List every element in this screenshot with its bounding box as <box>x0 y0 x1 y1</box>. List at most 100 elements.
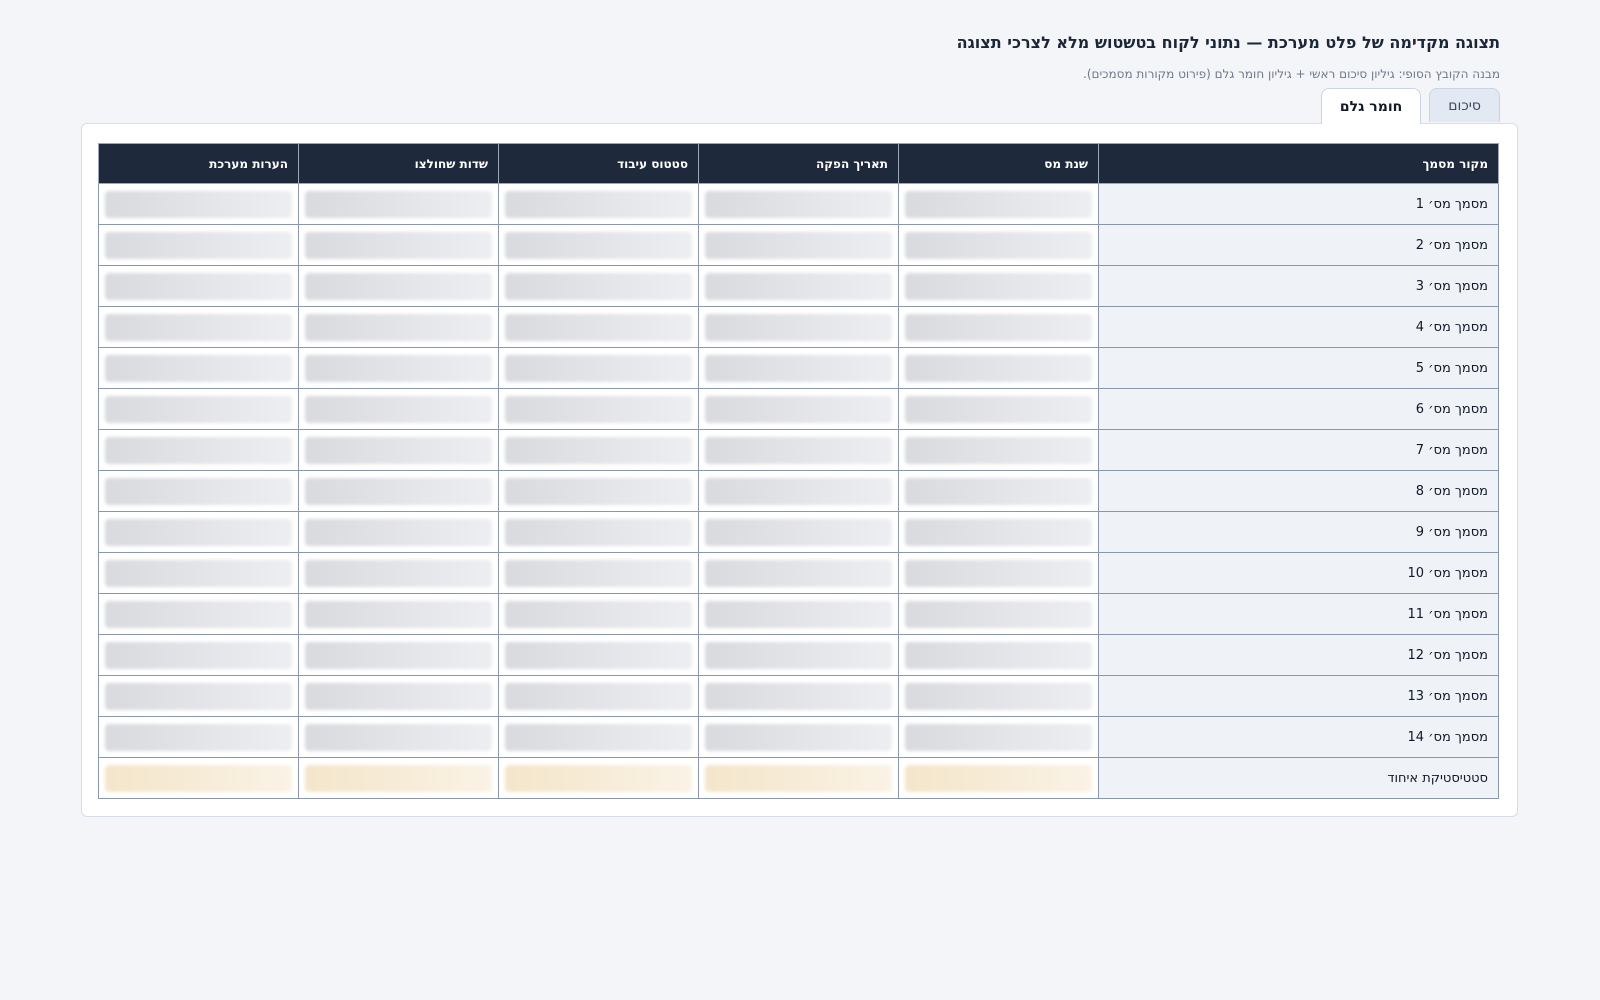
cell-document-source: מסמך מס׳ 2 <box>1098 224 1499 266</box>
blurred-value-placeholder <box>305 272 492 300</box>
cell-system-notes <box>98 675 299 717</box>
cell-processing-status <box>498 470 699 512</box>
cell-system-notes <box>98 511 299 553</box>
table-row: מסמך מס׳ 8 <box>98 470 1499 512</box>
blurred-value-placeholder <box>105 600 292 628</box>
blurred-value-placeholder <box>505 559 692 587</box>
blurred-value-placeholder <box>105 231 292 259</box>
cell-extracted-fields <box>298 470 499 512</box>
blurred-value-placeholder <box>905 354 1092 382</box>
table-row: מסמך מס׳ 6 <box>98 388 1499 430</box>
cell-document-source: מסמך מס׳ 9 <box>1098 511 1499 553</box>
blurred-value-placeholder <box>705 272 892 300</box>
cell-issue-date <box>698 634 899 676</box>
cell-system-notes <box>98 634 299 676</box>
blurred-value-placeholder <box>505 682 692 710</box>
blurred-value-placeholder <box>505 190 692 218</box>
blurred-value-placeholder <box>105 641 292 669</box>
blurred-value-placeholder <box>305 682 492 710</box>
blurred-value-placeholder <box>305 600 492 628</box>
blurred-value-placeholder <box>905 559 1092 587</box>
cell-processing-status <box>498 306 699 348</box>
blurred-value-placeholder <box>905 272 1092 300</box>
cell-processing-status <box>498 265 699 307</box>
cell-issue-date <box>698 388 899 430</box>
blurred-value-placeholder <box>705 436 892 464</box>
blurred-value-placeholder <box>705 395 892 423</box>
cell-tax-year <box>898 757 1099 799</box>
cell-issue-date <box>698 306 899 348</box>
blurred-value-placeholder <box>305 518 492 546</box>
blurred-value-placeholder <box>505 395 692 423</box>
blurred-value-placeholder <box>105 477 292 505</box>
cell-extracted-fields <box>298 224 499 266</box>
blurred-value-placeholder <box>905 436 1092 464</box>
blurred-value-placeholder <box>705 764 892 792</box>
cell-processing-status <box>498 757 699 799</box>
page-subtitle: מבנה הקובץ הסופי: גיליון סיכום ראשי + גי… <box>1083 67 1500 81</box>
cell-extracted-fields <box>298 593 499 635</box>
cell-extracted-fields <box>298 675 499 717</box>
table-row: מסמך מס׳ 7 <box>98 429 1499 471</box>
raw-material-panel: מקור מסמך שנת מס תאריך הפקה סטטוס עיבוד … <box>81 123 1518 817</box>
blurred-value-placeholder <box>105 313 292 341</box>
cell-document-source: מסמך מס׳ 14 <box>1098 716 1499 758</box>
blurred-value-placeholder <box>705 313 892 341</box>
blurred-value-placeholder <box>305 477 492 505</box>
table-row: מסמך מס׳ 5 <box>98 347 1499 389</box>
page-header: תצוגה מקדימה של פלט מערכת — נתוני לקוח ב… <box>100 30 1500 82</box>
cell-tax-year <box>898 265 1099 307</box>
cell-system-notes <box>98 347 299 389</box>
cell-processing-status <box>498 224 699 266</box>
cell-extracted-fields <box>298 716 499 758</box>
blurred-value-placeholder <box>705 559 892 587</box>
blurred-value-placeholder <box>705 477 892 505</box>
cell-document-source: מסמך מס׳ 13 <box>1098 675 1499 717</box>
cell-document-source: מסמך מס׳ 7 <box>1098 429 1499 471</box>
cell-document-source: מסמך מס׳ 5 <box>1098 347 1499 389</box>
blurred-value-placeholder <box>105 354 292 382</box>
cell-system-notes <box>98 593 299 635</box>
blurred-value-placeholder <box>905 313 1092 341</box>
table-row: מסמך מס׳ 11 <box>98 593 1499 635</box>
cell-system-notes <box>98 757 299 799</box>
tab-bar: סיכום חומר גלם <box>1320 88 1500 124</box>
cell-tax-year <box>898 634 1099 676</box>
blurred-value-placeholder <box>905 682 1092 710</box>
blurred-value-placeholder <box>905 231 1092 259</box>
cell-issue-date <box>698 675 899 717</box>
table-row: מסמך מס׳ 14 <box>98 716 1499 758</box>
table-row: מסמך מס׳ 2 <box>98 224 1499 266</box>
blurred-value-placeholder <box>705 641 892 669</box>
cell-processing-status <box>498 675 699 717</box>
cell-issue-date <box>698 716 899 758</box>
cell-processing-status <box>498 552 699 594</box>
tab-raw-material[interactable]: חומר גלם <box>1320 88 1422 124</box>
blurred-value-placeholder <box>505 641 692 669</box>
cell-processing-status <box>498 183 699 225</box>
cell-extracted-fields <box>298 388 499 430</box>
blurred-value-placeholder <box>705 682 892 710</box>
cell-issue-date <box>698 757 899 799</box>
blurred-value-placeholder <box>705 354 892 382</box>
blurred-value-placeholder <box>705 723 892 751</box>
cell-tax-year <box>898 675 1099 717</box>
column-header-extracted-fields: שדות שחולצו <box>298 143 499 184</box>
blurred-value-placeholder <box>905 723 1092 751</box>
cell-tax-year <box>898 470 1099 512</box>
tab-summary[interactable]: סיכום <box>1429 88 1500 122</box>
cell-tax-year <box>898 224 1099 266</box>
blurred-value-placeholder <box>905 764 1092 792</box>
blurred-value-placeholder <box>505 272 692 300</box>
cell-issue-date <box>698 470 899 512</box>
blurred-value-placeholder <box>905 190 1092 218</box>
cell-issue-date <box>698 183 899 225</box>
table-row: מסמך מס׳ 12 <box>98 634 1499 676</box>
cell-tax-year <box>898 511 1099 553</box>
cell-tax-year <box>898 593 1099 635</box>
cell-document-source: סטטיסטיקת איחוד <box>1098 757 1499 799</box>
table-body: מסמך מס׳ 1 מסמך מס׳ 2 מסמך מס׳ 3 מסמך מס׳ 4… <box>98 183 1499 799</box>
cell-processing-status <box>498 429 699 471</box>
blurred-value-placeholder <box>505 600 692 628</box>
column-header-tax-year: שנת מס <box>898 143 1099 184</box>
